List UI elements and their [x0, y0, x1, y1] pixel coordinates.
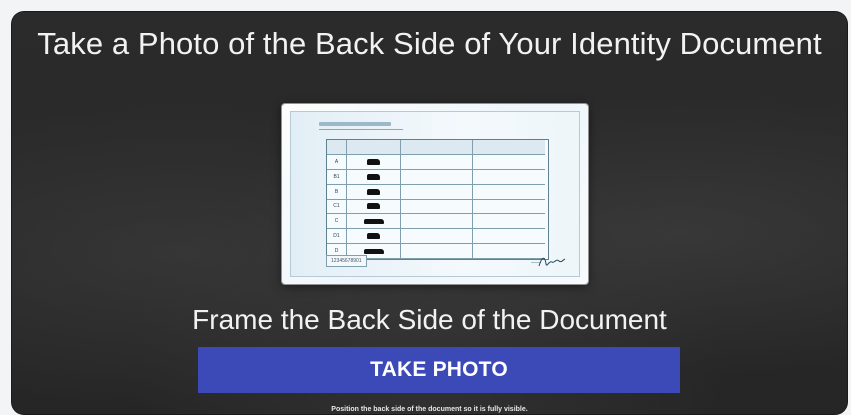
document-category-table: A B1 B C1 C D1 D [326, 139, 549, 260]
signature-icon [538, 257, 566, 267]
table-code-cell: C [327, 214, 347, 230]
table-code-cell: C1 [327, 199, 347, 215]
table-cell [401, 244, 473, 259]
table-header-cell [473, 140, 545, 155]
vehicle-icon [367, 173, 380, 180]
table-cell [401, 184, 473, 200]
table-cell [401, 169, 473, 185]
table-icon-cell [347, 214, 401, 230]
document-card: A B1 B C1 C D1 D 12345678901 —— [290, 111, 580, 277]
motorcycle-icon [367, 158, 380, 165]
car-icon [367, 188, 380, 195]
camera-capture-screen: Take a Photo of the Back Side of Your Id… [12, 12, 847, 414]
table-icon-cell [347, 154, 401, 170]
table-header-cell [401, 140, 473, 155]
table-cell [401, 229, 473, 245]
table-code-cell: B1 [327, 169, 347, 185]
table-cell [401, 199, 473, 215]
truck-icon [367, 203, 380, 210]
table-cell [473, 185, 545, 200]
table-code-cell: D1 [327, 229, 347, 245]
table-icon-cell [347, 229, 401, 245]
table-icon-cell [347, 169, 401, 185]
truck-icon [363, 218, 384, 224]
table-cell [473, 214, 545, 230]
bus-icon [367, 233, 380, 240]
table-cell [401, 214, 473, 230]
table-icon-cell [347, 199, 401, 215]
page-title: Take a Photo of the Back Side of Your Id… [37, 26, 822, 61]
table-cell [473, 229, 545, 245]
table-header-cell [327, 140, 347, 155]
table-icon-cell [347, 184, 401, 200]
document-back-sample-image: A B1 B C1 C D1 D 12345678901 —— [282, 104, 588, 284]
table-cell [473, 244, 545, 259]
positioning-hint: Position the back side of the document s… [331, 406, 528, 413]
frame-instruction: Frame the Back Side of the Document [192, 304, 667, 335]
table-header-cell [347, 140, 401, 155]
document-number: 12345678901 [326, 255, 367, 267]
document-header [319, 122, 403, 130]
table-code-cell: B [327, 184, 347, 200]
table-cell [473, 200, 545, 215]
table-cell [401, 154, 473, 170]
table-cell [473, 155, 545, 170]
table-cell [473, 170, 545, 185]
take-photo-button[interactable]: TAKE PHOTO [198, 347, 680, 393]
bus-icon [363, 248, 384, 254]
table-code-cell: A [327, 154, 347, 170]
